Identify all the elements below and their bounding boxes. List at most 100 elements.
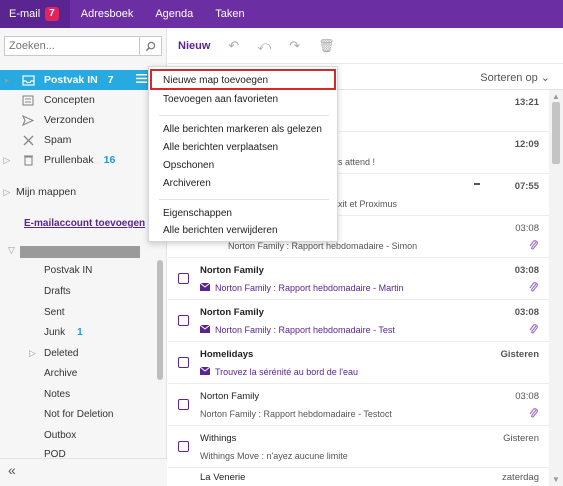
collapse-sidebar-icon[interactable]: «: [8, 462, 16, 478]
envelope-icon: [199, 366, 211, 377]
mail-time: 03:08: [514, 265, 539, 276]
chevron-right-icon: ▸: [4, 74, 10, 85]
delete-icon[interactable]: 🗑: [318, 38, 335, 54]
scrollbar-thumb[interactable]: [552, 102, 560, 164]
sidebar-item-label: Prullenbak: [44, 154, 94, 166]
mail-sender: Norton Family: [200, 307, 264, 318]
subfolder-drafts[interactable]: Drafts: [44, 286, 71, 297]
subfolder-deleted[interactable]: Deleted: [44, 348, 78, 359]
mail-subject: Norton Family : Rapport hebdomadaire - M…: [215, 283, 404, 293]
mail-time: 03:08: [515, 223, 539, 234]
unread-count: 16: [103, 154, 116, 166]
subfolder-archive[interactable]: Archive: [44, 368, 77, 379]
mail-row[interactable]: Withings Withings Move : n'ayez aucune l…: [168, 427, 549, 468]
sidebar-item-spam[interactable]: Spam: [0, 130, 155, 150]
sidebar-item-label: Mijn mappen: [16, 186, 77, 198]
menu-item-clean-up[interactable]: Opschonen: [163, 160, 214, 171]
menu-item-delete-all[interactable]: Alle berichten verwijderen: [163, 225, 278, 236]
tab-tasks[interactable]: Taken: [204, 0, 255, 28]
unread-count: 1: [77, 327, 83, 338]
search-input[interactable]: [5, 37, 139, 55]
subfolder-not-for-deletion[interactable]: Not for Deletion: [44, 409, 113, 420]
attachment-icon: [529, 239, 539, 254]
mail-subject: Norton Family : Rapport hebdomadaire - S…: [228, 241, 418, 251]
chevron-down-icon[interactable]: ▽: [8, 245, 15, 256]
mail-row[interactable]: Norton Family Norton Family : Rapport he…: [168, 259, 549, 300]
tab-calendar[interactable]: Agenda: [144, 0, 204, 28]
subfolder-label: Archive: [44, 368, 78, 379]
mail-checkbox[interactable]: [178, 315, 189, 326]
account-name-redacted: [20, 246, 140, 258]
menu-item-new-folder[interactable]: Nieuwe map toevoegen: [163, 75, 268, 86]
mail-subject-line: Trouvez la sérénité au bord de l'eau: [199, 366, 358, 377]
scroll-down-icon[interactable]: ▼: [552, 475, 560, 484]
subfolder-inbox[interactable]: Postvak IN: [44, 265, 92, 276]
mail-sender: Homelidays: [200, 349, 254, 360]
attachment-icon: [529, 281, 539, 296]
sort-dropdown[interactable]: Sorteren op ⌄: [480, 71, 550, 84]
mail-row[interactable]: Norton Family Norton Family : Rapport he…: [168, 385, 549, 426]
subfolder-sent[interactable]: Sent: [44, 307, 65, 318]
mail-time: 07:55: [514, 181, 539, 192]
menu-item-properties[interactable]: Eigenschappen: [163, 208, 232, 219]
mail-row[interactable]: Homelidays Trouvez la sérénité au bord d…: [168, 343, 549, 384]
folder-menu-icon[interactable]: [136, 74, 147, 86]
menu-item-archive[interactable]: Archiveren: [163, 178, 211, 189]
chevron-right-icon[interactable]: ▷: [0, 187, 14, 198]
scroll-up-icon[interactable]: ▲: [552, 92, 560, 101]
tab-tasks-label: Taken: [215, 8, 245, 20]
subfolder-junk[interactable]: Junk 1: [44, 327, 83, 338]
new-mail-button[interactable]: Nieuw: [178, 40, 210, 52]
top-navigation: E-mail 7 Adresboek Agenda Taken: [0, 0, 563, 28]
mail-sender: Norton Family: [200, 391, 260, 402]
subfolder-label: Outbox: [44, 430, 77, 441]
mail-subject: Trouvez la sérénité au bord de l'eau: [215, 367, 358, 377]
tab-email-label: E-mail: [9, 8, 41, 20]
tab-email[interactable]: E-mail 7: [0, 0, 70, 28]
unread-badge: 7: [45, 7, 59, 21]
drafts-icon: [19, 94, 37, 106]
chevron-right-icon[interactable]: ▷: [0, 155, 14, 166]
sidebar-item-inbox[interactable]: ▸ Postvak IN 7: [0, 70, 155, 90]
mail-row[interactable]: La Venerie zaterdag: [168, 469, 549, 486]
mail-list-scrollbar[interactable]: ▲ ▼: [549, 90, 563, 486]
mail-subject: Withings Move : n'ayez aucune limite: [200, 451, 348, 461]
sidebar-item-sent[interactable]: Verzonden: [0, 110, 155, 130]
add-account-link[interactable]: E-mailaccount toevoegen: [24, 218, 145, 229]
reply-all-icon[interactable]: ⤺: [257, 38, 271, 54]
mail-checkbox[interactable]: [178, 399, 189, 410]
chevron-down-icon: ⌄: [540, 72, 550, 84]
mail-subject-line: Norton Family : Rapport hebdomadaire - T…: [199, 324, 395, 335]
tab-addressbook[interactable]: Adresboek: [70, 0, 145, 28]
envelope-icon: [199, 282, 211, 293]
unread-count: 7: [107, 74, 114, 86]
flag-icon: [474, 183, 480, 185]
mail-sender: Withings: [200, 433, 237, 444]
search-button[interactable]: [139, 37, 161, 55]
subfolder-label: Deleted: [44, 348, 79, 359]
sidebar-item-trash[interactable]: ▷ Prullenbak 16: [0, 150, 155, 170]
menu-item-add-favorite[interactable]: Toevoegen aan favorieten: [163, 94, 278, 105]
menu-item-move-all[interactable]: Alle berichten verplaatsen: [163, 142, 278, 153]
sidebar-item-drafts[interactable]: Concepten: [0, 90, 155, 110]
mail-checkbox[interactable]: [178, 273, 189, 284]
reply-icon[interactable]: ↶: [228, 38, 239, 54]
chevron-right-icon[interactable]: ▷: [29, 348, 36, 359]
subfolder-outbox[interactable]: Outbox: [44, 430, 76, 441]
mail-time: 12:09: [514, 139, 539, 150]
sidebar-item-my-folders[interactable]: ▷ Mijn mappen: [0, 182, 155, 202]
mail-checkbox[interactable]: [178, 441, 189, 452]
mail-checkbox[interactable]: [178, 357, 189, 368]
mail-subject: xit et Proximus: [338, 199, 398, 209]
mail-row[interactable]: Norton Family Norton Family : Rapport he…: [168, 301, 549, 342]
sidebar-item-label: Postvak IN: [44, 74, 98, 86]
menu-divider: [159, 199, 329, 200]
sidebar-scrollbar[interactable]: [157, 260, 163, 380]
subfolder-notes[interactable]: Notes: [44, 389, 70, 400]
subfolder-label: Notes: [44, 389, 71, 400]
forward-icon[interactable]: ↷: [289, 38, 300, 54]
subfolder-label: Junk: [44, 327, 66, 338]
subfolder-label: Postvak IN: [44, 265, 93, 276]
menu-item-mark-all-read[interactable]: Alle berichten markeren als gelezen: [163, 124, 322, 135]
mail-subject-line: Norton Family : Rapport hebdomadaire - M…: [199, 282, 404, 293]
